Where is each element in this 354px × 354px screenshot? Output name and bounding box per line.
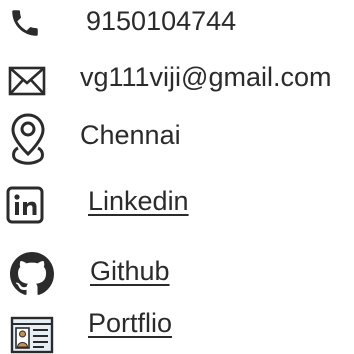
linkedin-icon	[6, 186, 44, 224]
mail-icon	[8, 66, 46, 96]
location-city: Chennai	[80, 120, 181, 150]
portfolio-link[interactable]: Portflio	[88, 310, 172, 337]
github-row: Github	[0, 246, 354, 296]
phone-number: 9150104744	[86, 6, 237, 36]
linkedin-link[interactable]: Linkedin	[88, 188, 189, 215]
location-row: Chennai	[0, 110, 354, 168]
linkedin-row: Linkedin	[0, 180, 354, 228]
github-link[interactable]: Github	[90, 258, 170, 285]
portfolio-card-icon	[10, 316, 54, 354]
location-pin-icon	[11, 113, 45, 165]
phone-row: 9150104744	[0, 0, 354, 44]
portfolio-row: Portflio	[0, 304, 354, 354]
email-row: vg111viji@gmail.com	[0, 56, 354, 104]
phone-icon	[12, 10, 38, 36]
github-icon[interactable]	[10, 252, 54, 296]
email-address: vg111viji@gmail.com	[80, 62, 332, 92]
